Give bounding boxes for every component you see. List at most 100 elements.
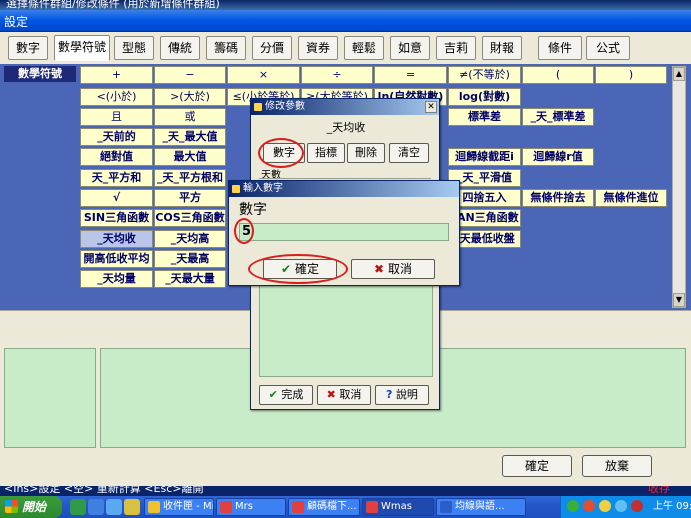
x-icon: ✖	[374, 262, 385, 276]
parameter-row-label: 天數	[261, 170, 281, 179]
network-icon[interactable]	[567, 500, 579, 512]
plus-button[interactable]: +	[80, 66, 153, 84]
regression-r-button[interactable]: 迴歸線r值	[522, 148, 594, 166]
x-icon: ✖	[326, 388, 336, 401]
modify-parameter-titlebar[interactable]: 修改參數 ✕	[251, 99, 439, 115]
tab-formula[interactable]: 公式	[586, 36, 630, 60]
task-inbox[interactable]: 收件匣 - Mi...	[144, 498, 214, 516]
tab-jili[interactable]: 吉莉	[436, 36, 476, 60]
multiply-button[interactable]: ×	[227, 66, 300, 84]
sum-of-squares-button[interactable]: 天_平方和	[80, 169, 153, 187]
panel-scrollbar[interactable]: ▲ ▼	[672, 66, 686, 308]
tab-conditions[interactable]: 條件	[538, 36, 582, 60]
discard-button[interactable]: 放棄	[582, 455, 652, 477]
maximum-button[interactable]: 最大值	[154, 148, 226, 166]
close-icon[interactable]: ✕	[425, 101, 437, 113]
or-button[interactable]: 或	[154, 108, 226, 126]
scroll-down-icon[interactable]: ▼	[673, 293, 685, 307]
background-window-titlebar: 選擇條件群組/修改條件 (用於新增條件群組)	[0, 0, 691, 10]
sqrt-button[interactable]: √	[80, 189, 153, 207]
dialog-app-icon	[232, 185, 240, 193]
task-inbox-label: 收件匣 - Mi...	[163, 501, 214, 512]
number-button[interactable]: 數字	[263, 143, 305, 163]
tab-patterns[interactable]: 型態	[114, 36, 154, 60]
tab-financials[interactable]: 財報	[482, 36, 522, 60]
task-document[interactable]: 均線與語...	[436, 498, 526, 516]
cancel-button[interactable]: ✖ 取消	[317, 385, 371, 405]
open-paren-button[interactable]: (	[522, 66, 594, 84]
settings-window-title: 設定	[4, 15, 29, 29]
clock[interactable]: 上午 09:23	[653, 496, 691, 518]
floor-button[interactable]: 無條件捨去	[522, 189, 594, 207]
start-label: 開始	[22, 500, 47, 514]
absolute-button[interactable]: 絕對值	[80, 148, 153, 166]
n-days-ago-button[interactable]: _天前的	[80, 128, 153, 146]
not-equal-button[interactable]: ≠(不等於)	[448, 66, 521, 84]
parameter-heading: _天均收	[326, 121, 366, 134]
input-number-titlebar[interactable]: 輸入數字	[229, 181, 459, 197]
help-label: 說明	[395, 388, 418, 401]
greater-than-button[interactable]: >(大於)	[154, 88, 226, 106]
dialog-app-icon	[254, 103, 262, 111]
regression-intercept-button[interactable]: 迴歸線截距i	[448, 148, 521, 166]
number-input-value: 5	[242, 224, 252, 239]
task-wmas[interactable]: Wmas	[362, 498, 434, 516]
and-button[interactable]: 且	[80, 108, 153, 126]
stddev-button[interactable]: 標準差	[448, 108, 521, 126]
n-day-stddev-button[interactable]: _天_標準差	[522, 108, 594, 126]
ohlc-average-button[interactable]: 開高低收平均	[80, 250, 153, 268]
confirm-button[interactable]: 確定	[502, 455, 572, 477]
clear-button[interactable]: 清空	[389, 143, 429, 163]
finish-label: 完成	[281, 388, 304, 401]
quicklaunch-browser-icon[interactable]	[88, 499, 104, 515]
n-day-avg-close-button[interactable]: _天均收	[80, 230, 153, 248]
n-day-avg-volume-button[interactable]: _天均量	[80, 270, 153, 288]
minus-button[interactable]: −	[154, 66, 226, 84]
input-ok-button[interactable]: ✔ 確定	[263, 259, 337, 279]
number-input[interactable]: 5	[239, 223, 449, 241]
task-download[interactable]: 顧碼檔下...	[288, 498, 360, 516]
tab-ruyi[interactable]: 如意	[390, 36, 430, 60]
antivirus-icon[interactable]	[631, 500, 643, 512]
quicklaunch-folder-icon[interactable]	[124, 499, 140, 515]
volume-icon[interactable]	[599, 500, 611, 512]
tab-math-symbols[interactable]: 數學符號	[54, 35, 110, 61]
start-button[interactable]: 開始	[0, 496, 62, 518]
messenger-icon[interactable]	[615, 500, 627, 512]
tab-numbers[interactable]: 數字	[8, 36, 48, 60]
sqrt-sum-button[interactable]: _天_平方根和	[154, 169, 226, 187]
close-paren-button[interactable]: )	[595, 66, 667, 84]
task-mrs[interactable]: Mrs	[216, 498, 286, 516]
indicator-button[interactable]: 指標	[307, 143, 345, 163]
less-than-button[interactable]: <(小於)	[80, 88, 153, 106]
input-number-title: 輸入數字	[243, 183, 283, 194]
n-day-max-volume-button[interactable]: _天最大量	[154, 270, 226, 288]
settings-window-titlebar[interactable]: 設定	[0, 10, 691, 32]
log-button[interactable]: log(對數)	[448, 88, 521, 106]
cos-button[interactable]: COS三角函數	[154, 209, 226, 227]
n-day-max-button[interactable]: _天_最大值	[154, 128, 226, 146]
sin-button[interactable]: SIN三角函數	[80, 209, 153, 227]
tab-price-distribution[interactable]: 分價	[252, 36, 292, 60]
finish-button[interactable]: ✔ 完成	[259, 385, 313, 405]
quicklaunch-desktop-icon[interactable]	[106, 499, 122, 515]
delete-button[interactable]: 刪除	[347, 143, 385, 163]
security-icon[interactable]	[583, 500, 595, 512]
tab-chips[interactable]: 籌碼	[206, 36, 246, 60]
tab-margin[interactable]: 資券	[298, 36, 338, 60]
parameter-row[interactable]: 天數	[259, 169, 431, 179]
n-day-highest-button[interactable]: _天最高	[154, 250, 226, 268]
tab-easy[interactable]: 輕鬆	[344, 36, 384, 60]
n-day-avg-high-button[interactable]: _天均高	[154, 230, 226, 248]
help-button[interactable]: ? 說明	[375, 385, 429, 405]
divide-button[interactable]: ÷	[301, 66, 373, 84]
quicklaunch-app-icon[interactable]	[70, 499, 86, 515]
square-button[interactable]: 平方	[154, 189, 226, 207]
tab-traditional[interactable]: 傳統	[160, 36, 200, 60]
scroll-up-icon[interactable]: ▲	[673, 67, 685, 81]
windows-flag-icon	[5, 500, 18, 513]
input-cancel-button[interactable]: ✖ 取消	[351, 259, 435, 279]
cancel-label: 取消	[339, 388, 362, 401]
equals-button[interactable]: =	[374, 66, 447, 84]
ceil-button[interactable]: 無條件進位	[595, 189, 667, 207]
